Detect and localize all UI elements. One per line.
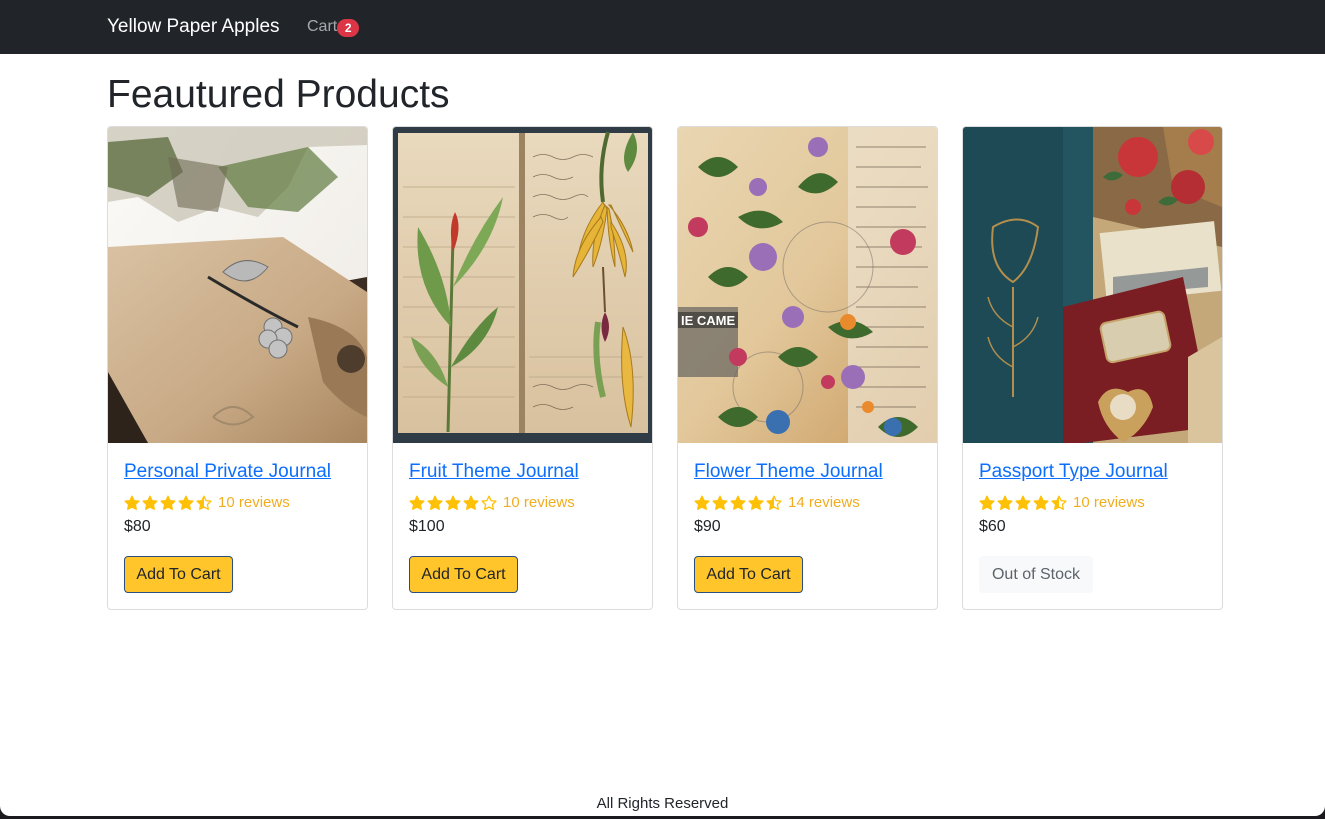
star-full-icon [409,495,425,510]
product-price: $100 [409,518,445,535]
star-full-icon [160,495,176,510]
star-full-icon [142,495,158,510]
product-card: Passport Type Journal 10 reviews $60 Out… [962,126,1223,610]
product-price: $60 [979,518,1006,535]
star-full-icon [748,495,764,510]
product-rating: 10 reviews [124,493,290,513]
product-rating: 10 reviews [409,493,575,513]
star-full-icon [1015,495,1031,510]
star-full-icon [1033,495,1049,510]
product-name-link[interactable]: Fruit Theme Journal [409,460,579,484]
star-full-icon [445,495,461,510]
cart-link[interactable]: Cart 2 [307,17,360,37]
product-image[interactable] [393,127,652,443]
star-rating [124,495,214,511]
star-full-icon [463,495,479,510]
product-card: Fruit Theme Journal 10 reviews $100 Add … [392,126,653,610]
star-full-icon [730,495,746,510]
footer: All Rights Reserved [596,795,729,812]
review-count: 10 reviews [218,494,290,511]
star-half-icon [766,495,782,510]
brand-link[interactable]: Yellow Paper Apples [107,15,280,39]
add-to-cart-button[interactable]: Add To Cart [409,556,518,593]
star-full-icon [979,495,995,510]
page-title: Feautured Products [107,73,450,116]
star-full-icon [124,495,140,510]
page: Yellow Paper Apples Cart 2 Feautured Pro… [0,0,1325,816]
cart-count-badge: 2 [337,19,360,37]
star-empty-icon [481,495,497,510]
leather-journal-image [108,127,367,443]
product-image[interactable] [108,127,367,443]
product-image[interactable]: IE CAME [678,127,937,443]
product-name-link[interactable]: Flower Theme Journal [694,460,883,484]
product-name-link[interactable]: Passport Type Journal [979,460,1168,484]
banana-botanical-journal-image [393,127,652,443]
star-full-icon [427,495,443,510]
star-full-icon [997,495,1013,510]
cart-label: Cart [307,18,338,35]
product-card: Personal Private Journal 10 reviews $80 … [107,126,368,610]
product-rating: 10 reviews [979,493,1145,513]
vintage-passport-journal-image [963,127,1222,443]
star-full-icon [178,495,194,510]
add-to-cart-button[interactable]: Add To Cart [694,556,803,593]
out-of-stock-button: Out of Stock [979,556,1093,593]
star-half-icon [196,495,212,510]
product-card: IE CAME Flower Theme Journal 14 reviews … [677,126,938,610]
review-count: 14 reviews [788,494,860,511]
star-rating [409,495,499,511]
review-count: 10 reviews [1073,494,1145,511]
add-to-cart-button[interactable]: Add To Cart [124,556,233,593]
floral-collage-journal-image: IE CAME [678,127,937,443]
star-rating [979,495,1069,511]
product-rating: 14 reviews [694,493,860,513]
collage-text: IE CAME [681,313,736,328]
navbar: Yellow Paper Apples Cart 2 [0,0,1325,54]
product-price: $80 [124,518,151,535]
review-count: 10 reviews [503,494,575,511]
star-rating [694,495,784,511]
star-half-icon [1051,495,1067,510]
product-image[interactable] [963,127,1222,443]
product-price: $90 [694,518,721,535]
star-full-icon [712,495,728,510]
star-full-icon [694,495,710,510]
product-name-link[interactable]: Personal Private Journal [124,460,331,484]
